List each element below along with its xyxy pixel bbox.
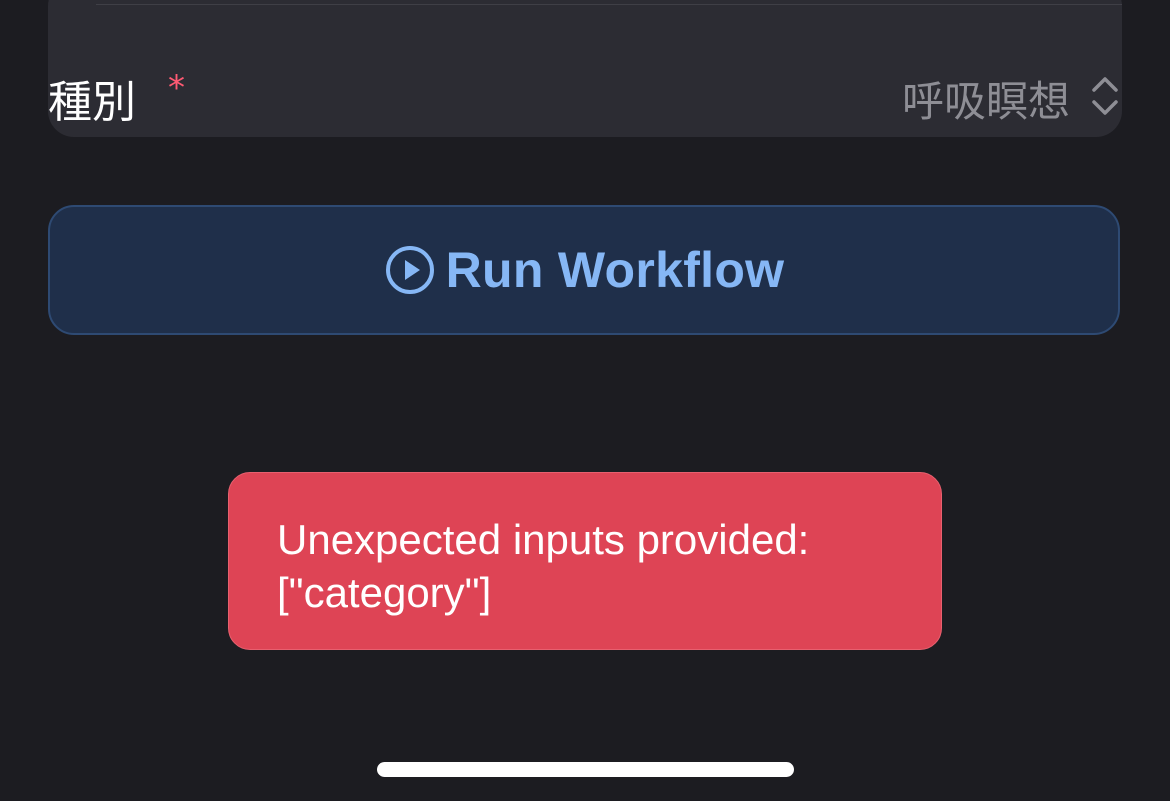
error-message-line-2: ["category"] [277, 569, 492, 616]
run-workflow-label: Run Workflow [445, 242, 785, 298]
field-label: 種別 [48, 77, 136, 128]
required-mark: * [168, 68, 185, 108]
error-message-line-1: Unexpected inputs provided: [277, 516, 810, 563]
home-indicator[interactable] [377, 762, 794, 777]
select-value[interactable]: 呼吸瞑想 [902, 68, 1070, 129]
divider [96, 4, 1122, 5]
play-circle-icon [385, 246, 434, 294]
error-toast: Unexpected inputs provided: ["category"] [228, 472, 942, 650]
chevron-updown-icon[interactable] [1088, 72, 1122, 120]
run-workflow-button[interactable]: Run Workflow [48, 205, 1120, 335]
